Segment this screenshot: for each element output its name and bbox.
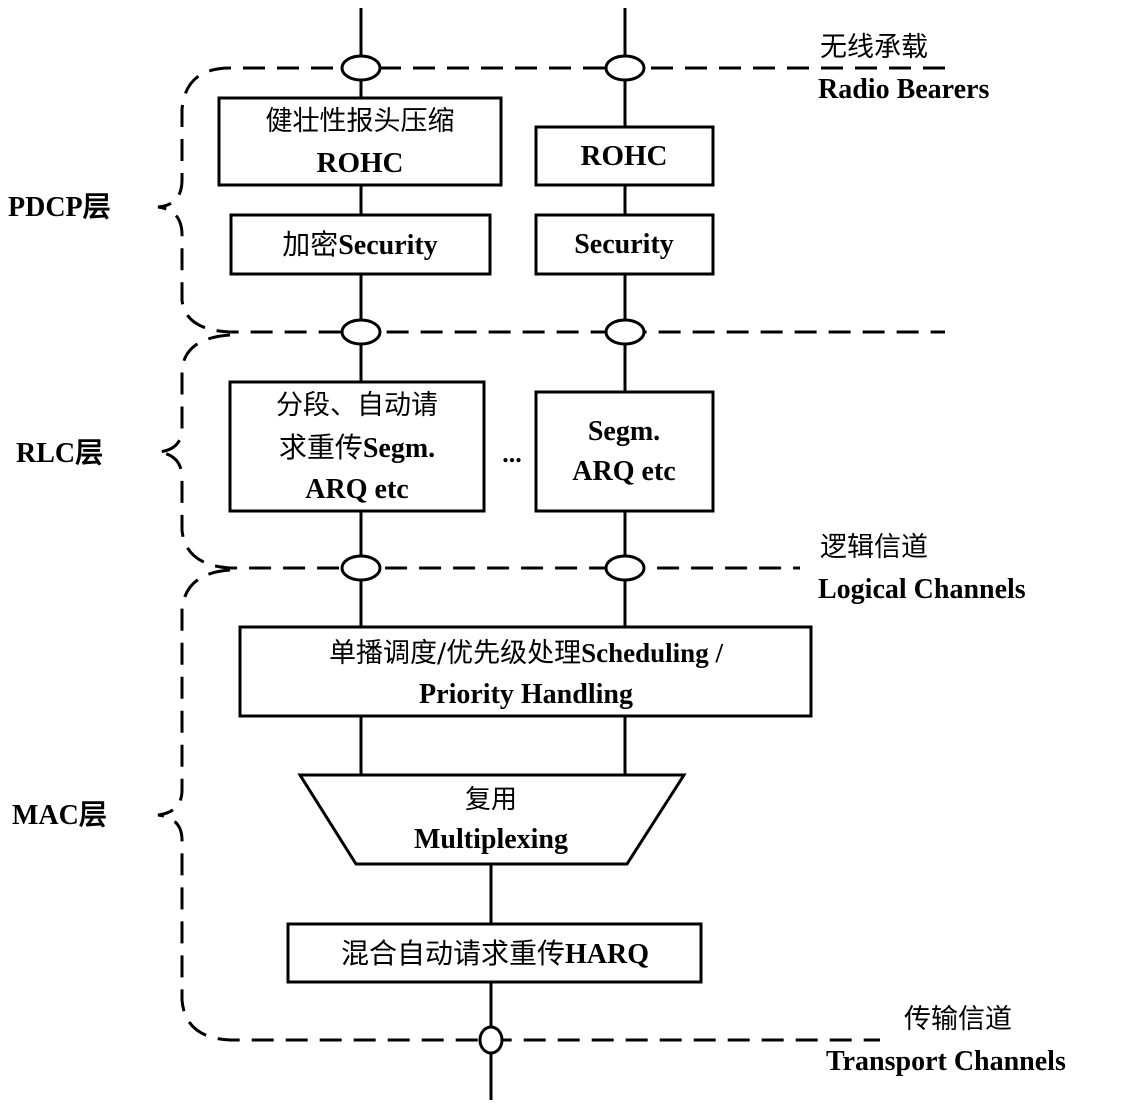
sap-logical-channel-right <box>604 554 646 582</box>
rohc-right-label: ROHC <box>581 140 668 172</box>
scheduling-line1-cn: 单播调度/优先级处理 <box>329 638 581 669</box>
rlc-ellipsis: ... <box>502 439 522 468</box>
rlc-right-line2: ARQ etc <box>572 456 675 487</box>
layer-labels: PDCP层 RLC层 MAC层 <box>8 192 111 831</box>
multiplexing-cn: 复用 <box>465 785 517 815</box>
rlc-left-line3: ARQ etc <box>305 474 408 505</box>
layer-label-rlc: RLC层 <box>16 438 103 469</box>
pdcp-label-text: PDCP层 <box>8 192 111 223</box>
pdcp-rohc-left-box: 健壮性报头压缩 ROHC <box>217 96 503 187</box>
multiplexing-en: Multiplexing <box>414 824 568 855</box>
mac-scheduling-box: 单播调度/优先级处理Scheduling / Priority Handling <box>238 625 813 718</box>
lte-layer2-diagram: 健壮性报头压缩 ROHC 加密Security ROHC Security 分段… <box>8 8 1066 1100</box>
harq-cn: 混合自动请求重传 <box>341 937 565 970</box>
mac-multiplexing-trapezoid: 复用 Multiplexing <box>297 773 687 866</box>
scheduling-line2: Priority Handling <box>419 679 633 710</box>
rlc-left-line1: 分段、自动请 <box>276 390 438 421</box>
harq-en: HARQ <box>565 939 649 970</box>
harq-label: 混合自动请求重传HARQ <box>341 937 649 970</box>
sap-radio-bearer-left <box>340 54 382 82</box>
rlc-left-line2: 求重传Segm. <box>279 431 435 464</box>
rlc-label-text: RLC层 <box>16 438 103 469</box>
pdcp-security-left-box: 加密Security <box>229 213 492 276</box>
sap-pdcp-rlc-left <box>340 318 382 346</box>
rlc-right-line1: Segm. <box>588 416 660 447</box>
security-right-label: Security <box>574 229 674 260</box>
channel-labels: 无线承载 Radio Bearers 逻辑信道 Logical Channels… <box>818 32 1066 1077</box>
rohc-left-en: ROHC <box>317 147 404 179</box>
scheduling-line1: 单播调度/优先级处理Scheduling / <box>329 638 723 669</box>
rohc-left-cn: 健壮性报头压缩 <box>266 106 455 137</box>
layer-label-pdcp: PDCP层 <box>8 192 111 223</box>
pdcp-security-right-box: Security <box>534 213 715 276</box>
security-left-cn: 加密 <box>282 228 338 261</box>
layer-label-mac: MAC层 <box>12 800 107 831</box>
sap-pdcp-rlc-right <box>604 318 646 346</box>
pdcp-rohc-right-box: ROHC <box>534 125 715 187</box>
service-access-points <box>340 54 646 1055</box>
rlc-left-line2-en: Segm. <box>363 433 435 464</box>
logical-channels-cn: 逻辑信道 <box>820 532 928 563</box>
security-left-label: 加密Security <box>282 228 438 261</box>
sap-logical-channel-left <box>340 554 382 582</box>
radio-bearers-en: Radio Bearers <box>818 74 989 105</box>
mac-harq-box: 混合自动请求重传HARQ <box>286 922 703 984</box>
radio-bearers-cn: 无线承载 <box>820 32 928 63</box>
scheduling-line1-en: Scheduling / <box>581 638 723 668</box>
transport-channels-cn: 传输信道 <box>904 1004 1012 1035</box>
security-left-en: Security <box>338 230 438 261</box>
logical-channels-en: Logical Channels <box>818 574 1026 605</box>
rlc-right-box: Segm. ARQ etc <box>534 390 715 513</box>
rlc-left-box: 分段、自动请 求重传Segm. ARQ etc <box>228 380 486 513</box>
transport-channels-en: Transport Channels <box>826 1046 1066 1077</box>
rlc-left-line2-cn: 求重传 <box>279 431 363 464</box>
sap-radio-bearer-right <box>604 54 646 82</box>
mac-label-text: MAC层 <box>12 800 107 831</box>
sap-transport-channel <box>478 1025 504 1055</box>
